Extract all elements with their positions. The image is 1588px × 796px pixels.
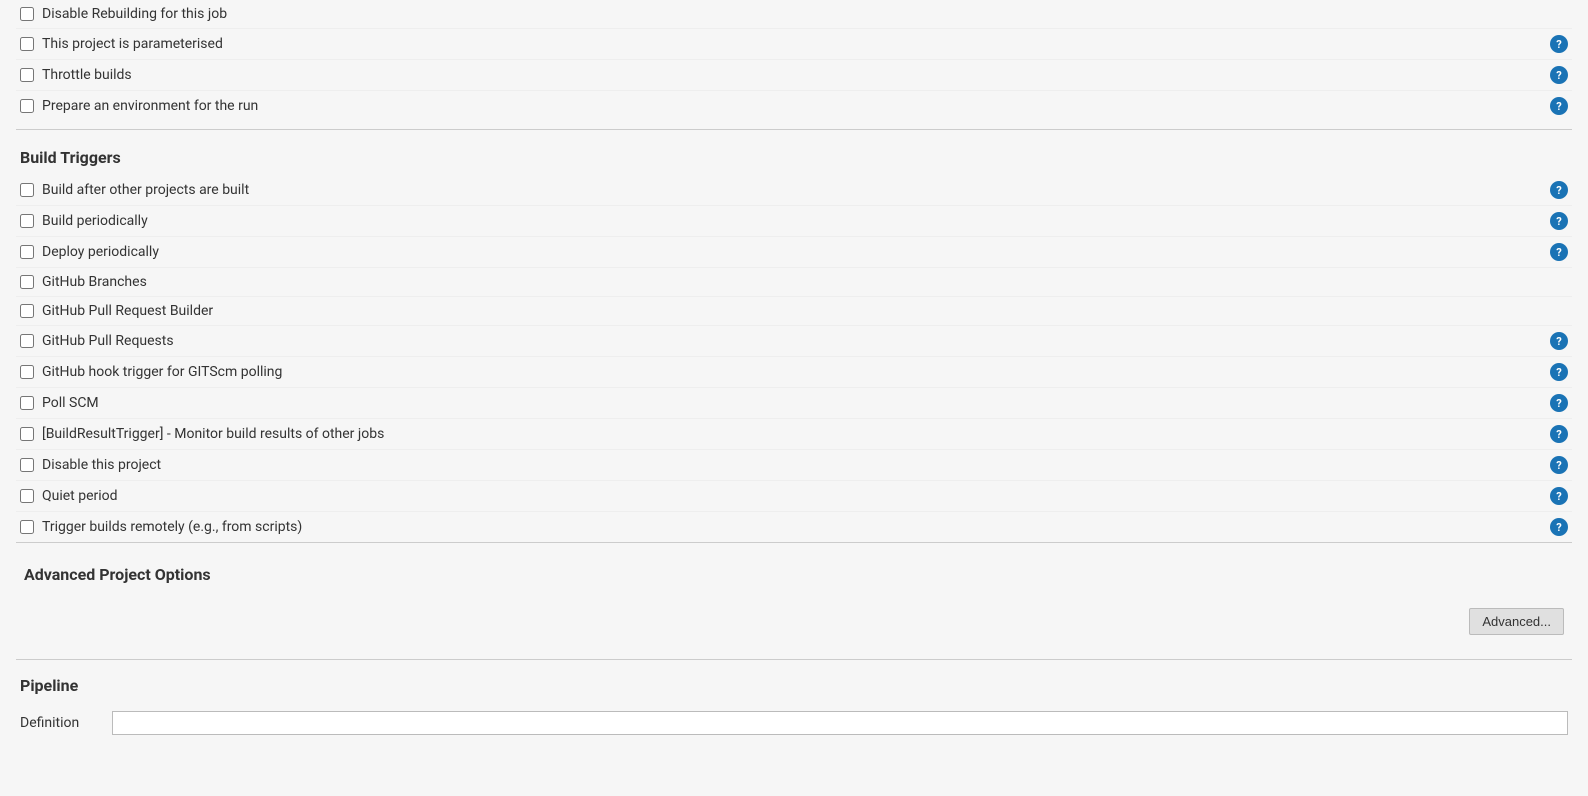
- help-icon-github-hook-trigger[interactable]: ?: [1550, 363, 1568, 381]
- definition-label: Definition: [20, 715, 100, 731]
- checkbox-row-github-pull-requests: GitHub Pull Requests ?: [16, 326, 1572, 357]
- checkbox-disable-rebuilding[interactable]: [20, 7, 34, 21]
- label-throttle-builds: Throttle builds: [42, 67, 132, 83]
- definition-row: Definition: [20, 707, 1568, 739]
- help-icon-github-pull-requests[interactable]: ?: [1550, 332, 1568, 350]
- checkbox-row-deploy-periodically: Deploy periodically ?: [16, 237, 1572, 268]
- help-icon-parameterised[interactable]: ?: [1550, 35, 1568, 53]
- checkbox-row-parameterised: This project is parameterised ?: [16, 29, 1572, 60]
- checkbox-github-pull-request-builder[interactable]: [20, 304, 34, 318]
- label-github-pull-requests: GitHub Pull Requests: [42, 333, 174, 349]
- build-triggers-section: Build Triggers Build after other project…: [16, 129, 1572, 542]
- checkbox-quiet-period[interactable]: [20, 489, 34, 503]
- help-icon-trigger-builds-remotely[interactable]: ?: [1550, 518, 1568, 536]
- label-build-periodically: Build periodically: [42, 213, 148, 229]
- checkbox-parameterised[interactable]: [20, 37, 34, 51]
- advanced-button[interactable]: Advanced...: [1469, 608, 1564, 635]
- label-build-after-other: Build after other projects are built: [42, 182, 249, 198]
- checkbox-row-quiet-period: Quiet period ?: [16, 481, 1572, 512]
- pipeline-section: Pipeline Definition: [16, 659, 1572, 747]
- checkbox-row-github-hook-trigger: GitHub hook trigger for GITScm polling ?: [16, 357, 1572, 388]
- label-github-branches: GitHub Branches: [42, 274, 147, 290]
- checkbox-row-build-result-trigger: [BuildResultTrigger] - Monitor build res…: [16, 419, 1572, 450]
- label-prepare-environment: Prepare an environment for the run: [42, 98, 258, 114]
- label-quiet-period: Quiet period: [42, 488, 118, 504]
- help-icon-build-after-other[interactable]: ?: [1550, 181, 1568, 199]
- help-icon-throttle-builds[interactable]: ?: [1550, 66, 1568, 84]
- checkbox-row-build-periodically: Build periodically ?: [16, 206, 1572, 237]
- help-icon-quiet-period[interactable]: ?: [1550, 487, 1568, 505]
- help-icon-build-result-trigger[interactable]: ?: [1550, 425, 1568, 443]
- checkbox-row-poll-scm: Poll SCM ?: [16, 388, 1572, 419]
- label-github-hook-trigger: GitHub hook trigger for GITScm polling: [42, 364, 282, 380]
- checkbox-poll-scm[interactable]: [20, 396, 34, 410]
- definition-input[interactable]: [112, 711, 1568, 735]
- checkbox-github-hook-trigger[interactable]: [20, 365, 34, 379]
- checkbox-row-disable-this-project: Disable this project ?: [16, 450, 1572, 481]
- main-content: Disable Rebuilding for this job This pro…: [0, 0, 1588, 747]
- checkbox-row-build-after-other: Build after other projects are built ?: [16, 175, 1572, 206]
- label-deploy-periodically: Deploy periodically: [42, 244, 159, 260]
- label-disable-this-project: Disable this project: [42, 457, 161, 473]
- checkbox-github-pull-requests[interactable]: [20, 334, 34, 348]
- pipeline-header: Pipeline: [20, 668, 1568, 707]
- checkbox-build-result-trigger[interactable]: [20, 427, 34, 441]
- advanced-project-options-section: Advanced Project Options Advanced...: [16, 542, 1572, 659]
- label-poll-scm: Poll SCM: [42, 395, 99, 411]
- checkbox-row-github-branches: GitHub Branches: [16, 268, 1572, 297]
- checkbox-row-disable-rebuilding: Disable Rebuilding for this job: [16, 0, 1572, 29]
- advanced-project-options-header: Advanced Project Options: [20, 551, 1568, 592]
- checkbox-build-periodically[interactable]: [20, 214, 34, 228]
- checkbox-row-prepare-environment: Prepare an environment for the run ?: [16, 91, 1572, 121]
- help-icon-disable-this-project[interactable]: ?: [1550, 456, 1568, 474]
- checkbox-row-github-pull-request-builder: GitHub Pull Request Builder: [16, 297, 1572, 326]
- checkbox-build-after-other[interactable]: [20, 183, 34, 197]
- help-icon-poll-scm[interactable]: ?: [1550, 394, 1568, 412]
- label-trigger-builds-remotely: Trigger builds remotely (e.g., from scri…: [42, 519, 302, 535]
- help-icon-prepare-environment[interactable]: ?: [1550, 97, 1568, 115]
- checkbox-github-branches[interactable]: [20, 275, 34, 289]
- top-checkbox-section: Disable Rebuilding for this job This pro…: [16, 0, 1572, 125]
- checkbox-prepare-environment[interactable]: [20, 99, 34, 113]
- checkbox-trigger-builds-remotely[interactable]: [20, 520, 34, 534]
- checkbox-throttle-builds[interactable]: [20, 68, 34, 82]
- advanced-btn-row: Advanced...: [20, 592, 1568, 651]
- help-icon-build-periodically[interactable]: ?: [1550, 212, 1568, 230]
- help-icon-deploy-periodically[interactable]: ?: [1550, 243, 1568, 261]
- checkbox-disable-this-project[interactable]: [20, 458, 34, 472]
- build-triggers-header: Build Triggers: [16, 134, 1572, 175]
- checkbox-row-throttle-builds: Throttle builds ?: [16, 60, 1572, 91]
- label-build-result-trigger: [BuildResultTrigger] - Monitor build res…: [42, 426, 384, 442]
- label-disable-rebuilding: Disable Rebuilding for this job: [42, 6, 227, 22]
- checkbox-deploy-periodically[interactable]: [20, 245, 34, 259]
- label-parameterised: This project is parameterised: [42, 36, 223, 52]
- label-github-pull-request-builder: GitHub Pull Request Builder: [42, 303, 213, 319]
- checkbox-row-trigger-builds-remotely: Trigger builds remotely (e.g., from scri…: [16, 512, 1572, 542]
